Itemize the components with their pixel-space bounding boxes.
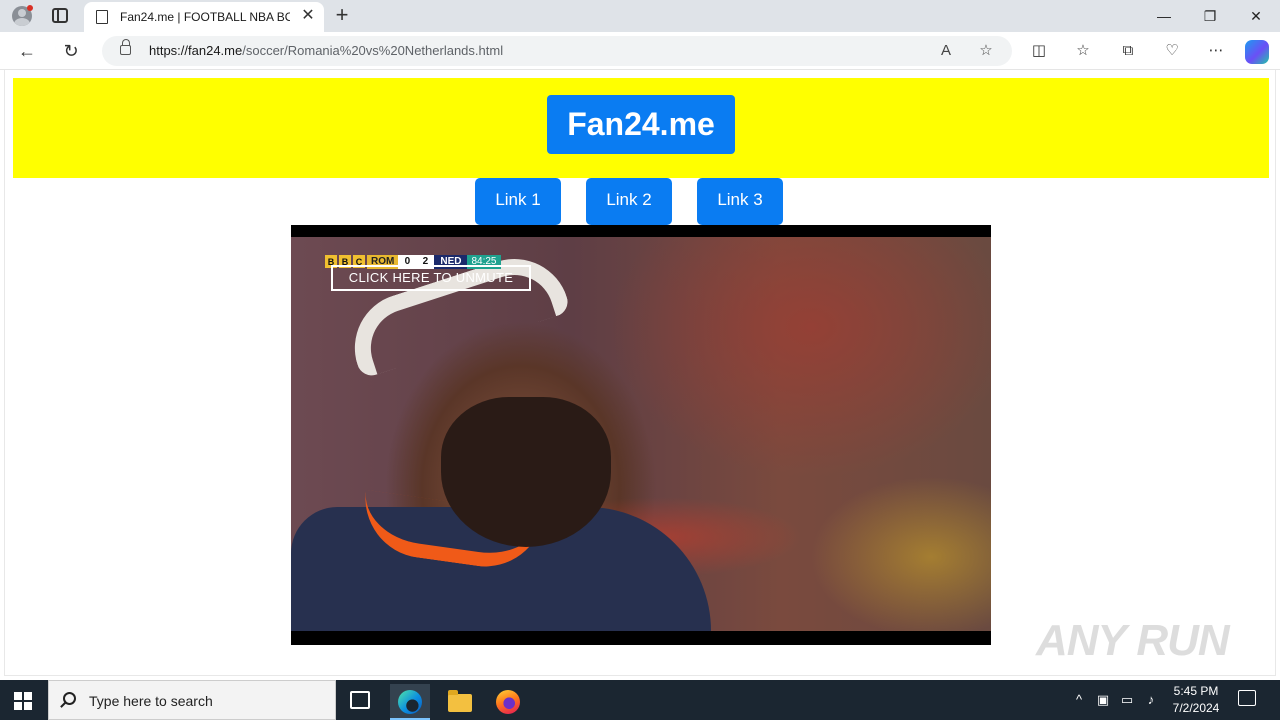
player-face	[441, 397, 611, 547]
copilot-icon[interactable]	[1245, 40, 1269, 64]
task-view-icon[interactable]	[350, 691, 370, 709]
browser-tab-strip: Fan24.me | FOOTBALL NBA BOXING ✕ + — ❐ ✕	[0, 0, 1280, 32]
tab-title: Fan24.me | FOOTBALL NBA BOXING	[120, 10, 290, 24]
link-1-button[interactable]: Link 1	[475, 178, 561, 225]
edge-taskbar-button[interactable]	[390, 684, 430, 720]
close-tab-icon[interactable]: ✕	[299, 7, 317, 25]
file-explorer-taskbar-button[interactable]	[440, 684, 480, 720]
search-icon	[63, 692, 76, 705]
link-3-button[interactable]: Link 3	[697, 178, 783, 225]
profile-notification-dot	[27, 5, 33, 11]
refresh-icon[interactable]: ↻	[60, 40, 82, 62]
chevron-up-icon[interactable]: ^	[1070, 690, 1088, 710]
anyrun-watermark: ANY RUN	[1036, 616, 1230, 665]
url-path: /soccer/Romania%20vs%20Netherlands.html	[242, 43, 504, 58]
site-header: Fan24.me	[13, 78, 1269, 178]
read-aloud-icon[interactable]: A	[936, 41, 956, 61]
favorite-star-icon[interactable]: ☆	[976, 41, 996, 61]
firefox-taskbar-button[interactable]	[488, 684, 528, 720]
unmute-button[interactable]: CLICK HERE TO UNMUTE	[331, 265, 531, 291]
firefox-icon	[496, 690, 520, 714]
search-placeholder: Type here to search	[89, 693, 213, 709]
close-window-icon[interactable]: ✕	[1246, 6, 1266, 26]
notifications-icon[interactable]	[1238, 690, 1256, 706]
taskbar: Type here to search ^ ▣ ▭ ♪ 5:45 PM 7/2/…	[0, 680, 1280, 720]
edge-icon	[398, 690, 422, 714]
browser-tab-active[interactable]: Fan24.me | FOOTBALL NBA BOXING ✕	[84, 2, 324, 32]
page-icon	[96, 10, 108, 24]
lock-icon[interactable]	[120, 39, 131, 55]
taskbar-search-input[interactable]: Type here to search	[48, 680, 336, 720]
restore-icon[interactable]: ❐	[1200, 6, 1220, 26]
link-2-button[interactable]: Link 2	[586, 178, 672, 225]
clock-date: 7/2/2024	[1172, 701, 1220, 715]
split-screen-icon[interactable]: ◫	[1028, 40, 1050, 62]
windows-start-icon[interactable]	[14, 692, 32, 710]
network-icon[interactable]: ▭	[1118, 690, 1136, 710]
folder-icon	[448, 690, 472, 712]
site-logo-button[interactable]: Fan24.me	[547, 95, 735, 154]
browser-essentials-icon[interactable]: ♡	[1161, 40, 1183, 62]
web-page: Fan24.me Link 1 Link 2 Link 3 B B C ROM …	[4, 70, 1276, 676]
tab-actions-icon[interactable]	[52, 8, 68, 23]
video-player[interactable]: B B C ROM 0 2 NED 84:25 CLICK HERE TO UN…	[291, 225, 991, 645]
url-host: https://fan24.me	[149, 43, 243, 58]
system-clock[interactable]: 5:45 PM 7/2/2024	[1166, 683, 1226, 717]
more-options-icon[interactable]: ⋯	[1205, 40, 1227, 62]
volume-icon[interactable]: ♪	[1142, 690, 1160, 710]
collections-icon[interactable]: ⧉	[1117, 40, 1139, 62]
meet-now-icon[interactable]: ▣	[1094, 690, 1112, 710]
back-icon[interactable]: ←	[16, 40, 38, 62]
clock-time: 5:45 PM	[1173, 684, 1219, 698]
browser-toolbar: ← ↻ https://fan24.me/soccer/Romania%20vs…	[0, 32, 1280, 70]
video-frame[interactable]: B B C ROM 0 2 NED 84:25 CLICK HERE TO UN…	[291, 237, 991, 631]
minimize-icon[interactable]: —	[1154, 6, 1174, 26]
address-bar[interactable]: https://fan24.me/soccer/Romania%20vs%20N…	[102, 36, 1012, 66]
url-text[interactable]: https://fan24.me/soccer/Romania%20vs%20N…	[149, 43, 503, 58]
new-tab-icon[interactable]: +	[332, 4, 352, 26]
favorites-icon[interactable]: ☆	[1072, 40, 1094, 62]
